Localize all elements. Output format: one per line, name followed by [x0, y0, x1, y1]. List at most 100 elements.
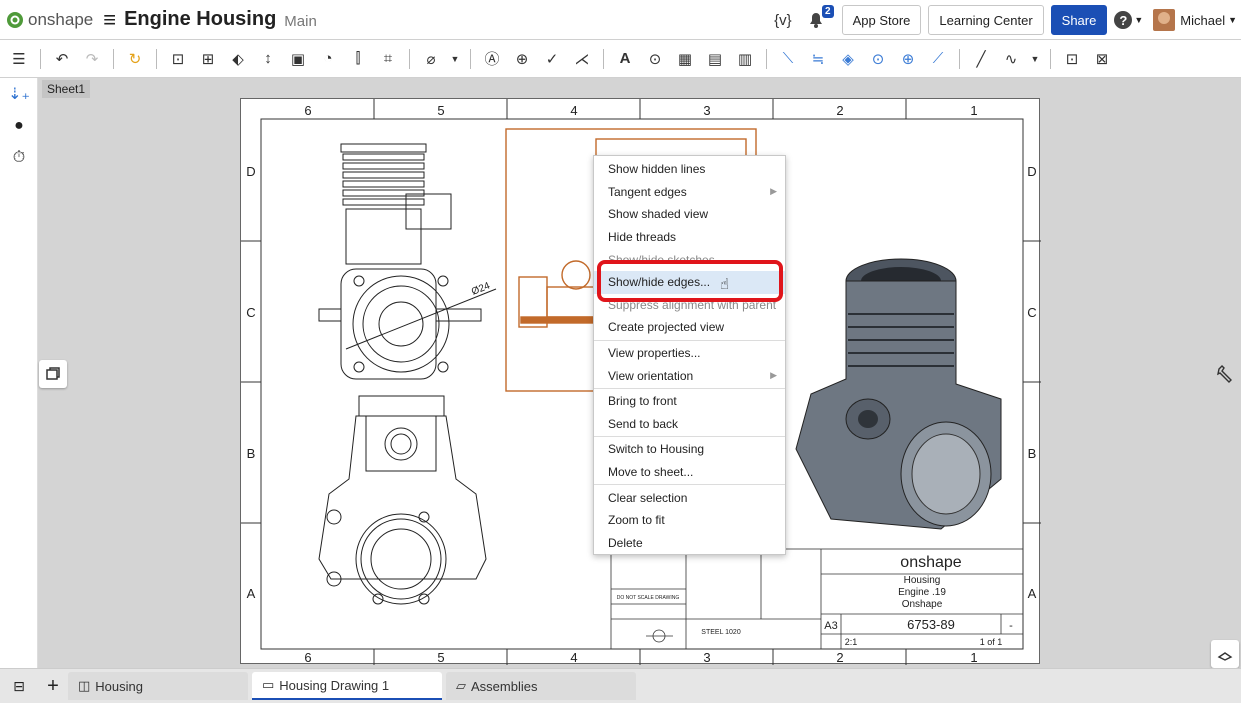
- menu-item-show-hidden-lines[interactable]: Show hidden lines: [594, 158, 785, 181]
- zone-column-label: 4: [570, 650, 577, 665]
- history-icon[interactable]: ⏱: [0, 142, 38, 174]
- menu-item-label: Send to back: [608, 416, 679, 431]
- projected-view-icon[interactable]: ⊞: [197, 48, 219, 70]
- menu-item-hide-threads[interactable]: Hide threads: [594, 226, 785, 249]
- export-dxf-icon[interactable]: ⊡: [1061, 48, 1083, 70]
- sheet-tab[interactable]: Sheet1: [42, 80, 91, 98]
- tab-manager-icon[interactable]: ⊟: [0, 678, 38, 695]
- insert-image-icon[interactable]: ⊠: [1091, 48, 1113, 70]
- divider: [766, 48, 767, 69]
- menu-item-delete[interactable]: Delete: [594, 532, 785, 555]
- centerline-point-icon[interactable]: ◈: [837, 48, 859, 70]
- branch-name[interactable]: Main: [284, 13, 317, 30]
- notifications-button[interactable]: 2: [806, 5, 834, 31]
- onshape-logo[interactable]: onshape: [6, 10, 93, 30]
- learning-center-button[interactable]: Learning Center: [928, 5, 1044, 35]
- table-icon[interactable]: ▦: [674, 48, 696, 70]
- spline-icon[interactable]: ∿: [1000, 48, 1022, 70]
- menu-item-label: Switch to Housing: [608, 442, 705, 457]
- zone-row-label: C: [1027, 305, 1036, 320]
- zone-column-label: 3: [703, 650, 710, 665]
- bom-icon[interactable]: ▤: [704, 48, 726, 70]
- line-icon[interactable]: ╱: [970, 48, 992, 70]
- weld-symbol-icon[interactable]: ⋌: [571, 48, 593, 70]
- menu-item-show-shaded-view[interactable]: Show shaded view: [594, 203, 785, 226]
- center-mark-icon[interactable]: ≒: [807, 48, 829, 70]
- drawing-icon: ▭: [262, 677, 275, 692]
- zone-row-label: D: [1027, 164, 1036, 179]
- center-line-angle-icon[interactable]: ⟋: [927, 48, 949, 70]
- menu-item-send-to-back[interactable]: Send to back: [594, 413, 785, 436]
- note-icon[interactable]: A: [614, 48, 636, 70]
- variables-button[interactable]: {v}: [774, 12, 792, 29]
- title-block-scale: 2:1: [845, 637, 858, 647]
- crop-view-icon[interactable]: ⌗: [377, 48, 399, 70]
- insert-view-icon[interactable]: ⊡: [167, 48, 189, 70]
- user-menu[interactable]: Michael ▼: [1153, 9, 1237, 31]
- title-block-note: DO NOT SCALE DRAWING: [617, 595, 680, 601]
- hole-callout-icon[interactable]: ⌀: [420, 48, 442, 70]
- centerline-icon[interactable]: ⟍: [777, 48, 799, 70]
- add-tab-icon[interactable]: +: [38, 675, 68, 698]
- menu-icon[interactable]: ≡: [103, 7, 116, 33]
- insert-variable-icon[interactable]: ⇣₊: [0, 78, 38, 110]
- dropdown-icon[interactable]: ▼: [1030, 48, 1040, 70]
- tab-label: Assemblies: [471, 678, 538, 694]
- menu-divider: [594, 339, 785, 341]
- menu-item-clear-selection[interactable]: Clear selection: [594, 486, 785, 509]
- tab-housing[interactable]: ◫ Housing: [68, 672, 248, 700]
- share-button[interactable]: Share: [1050, 5, 1108, 35]
- hole-table-icon[interactable]: ▥: [734, 48, 756, 70]
- menu-item-label: Show hidden lines: [608, 162, 706, 177]
- zone-column-label: 3: [703, 103, 710, 118]
- bottom-tab-bar: ⊟ + ◫ Housing ▭ Housing Drawing 1 ▱ Asse…: [0, 668, 1241, 703]
- top-view[interactable]: [318, 395, 487, 605]
- surface-finish-icon[interactable]: ✓: [541, 48, 563, 70]
- geometric-tolerance-icon[interactable]: ⊕: [511, 48, 533, 70]
- menu-item-switch-to-housing[interactable]: Switch to Housing: [594, 438, 785, 461]
- sheet-panel-toggle-icon[interactable]: [39, 360, 67, 388]
- auxiliary-view-icon[interactable]: ⬖: [227, 48, 249, 70]
- chevron-right-icon: ▶: [770, 370, 777, 381]
- menu-item-view-orientation[interactable]: View orientation ▶: [594, 364, 785, 387]
- centermark-circle-icon[interactable]: ⊙: [867, 48, 889, 70]
- isometric-view[interactable]: [795, 258, 1002, 530]
- tab-housing-drawing-1[interactable]: ▭ Housing Drawing 1: [252, 672, 442, 700]
- menu-item-view-properties[interactable]: View properties...: [594, 342, 785, 365]
- comments-icon[interactable]: ●: [0, 110, 38, 142]
- zone-column-label: 4: [570, 103, 577, 118]
- help-menu[interactable]: ? ▼: [1114, 11, 1143, 29]
- centermark-plus-icon[interactable]: ⊕: [897, 48, 919, 70]
- zone-column-label: 6: [304, 103, 311, 118]
- callout-icon[interactable]: ⊙: [644, 48, 666, 70]
- help-icon: ?: [1114, 11, 1133, 29]
- app-store-button[interactable]: App Store: [841, 5, 922, 35]
- left-rail: ⇣₊ ● ⏱: [0, 78, 38, 668]
- dropdown-icon[interactable]: ▼: [450, 48, 460, 70]
- feature-list-icon[interactable]: ☰: [8, 48, 30, 70]
- menu-item-zoom-to-fit[interactable]: Zoom to fit: [594, 509, 785, 532]
- datum-icon[interactable]: Ⓐ: [481, 48, 503, 70]
- undo-icon[interactable]: ↶: [51, 48, 73, 70]
- broken-view-icon[interactable]: ◔: [317, 48, 339, 70]
- zone-row-label: D: [246, 164, 255, 179]
- front-view[interactable]: [318, 143, 497, 380]
- chevron-down-icon: ▼: [1134, 15, 1144, 25]
- document-title[interactable]: Engine Housing: [124, 8, 276, 31]
- menu-item-label: Delete: [608, 535, 643, 550]
- detail-view-icon[interactable]: ▣: [287, 48, 309, 70]
- tab-label: Housing: [95, 678, 143, 694]
- view-cube-toggle-icon[interactable]: [1211, 640, 1239, 668]
- menu-item-bring-to-front[interactable]: Bring to front: [594, 390, 785, 413]
- break-view-icon[interactable]: ⫿: [347, 48, 369, 70]
- divider: [409, 48, 410, 69]
- update-icon[interactable]: ↻: [124, 48, 146, 70]
- zone-row-label: B: [1028, 446, 1037, 461]
- redo-icon[interactable]: ↷: [81, 48, 103, 70]
- menu-item-create-projected-view[interactable]: Create projected view: [594, 316, 785, 339]
- wrench-icon[interactable]: [1211, 360, 1239, 388]
- section-view-icon[interactable]: ↕: [257, 48, 279, 70]
- menu-item-move-to-sheet[interactable]: Move to sheet...: [594, 461, 785, 484]
- tab-assemblies[interactable]: ▱ Assemblies: [446, 672, 636, 700]
- menu-item-tangent-edges[interactable]: Tangent edges ▶: [594, 181, 785, 204]
